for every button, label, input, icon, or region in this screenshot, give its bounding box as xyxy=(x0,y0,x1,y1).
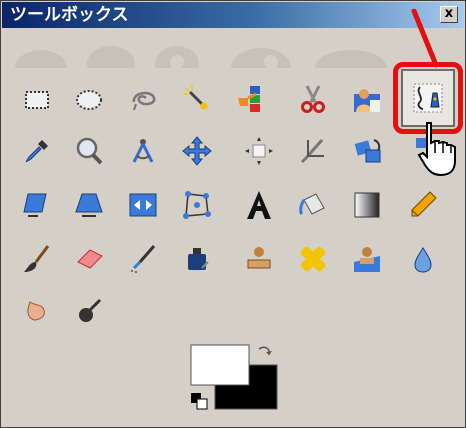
free-select-tool-icon xyxy=(132,91,156,111)
blur-sharpen-tool-icon xyxy=(414,247,432,273)
tool-button-bucket-fill[interactable] xyxy=(291,183,335,227)
rect-select-tool-icon xyxy=(25,91,49,109)
tool-button-eraser[interactable] xyxy=(67,237,111,281)
foreground-color-swatch[interactable] xyxy=(190,344,250,386)
tool-button-fuzzy-select[interactable] xyxy=(175,77,219,121)
foreground-select-tool-icon xyxy=(354,89,380,112)
ink-tool-icon xyxy=(188,248,209,270)
annotation-arrow xyxy=(411,9,439,68)
fuzzy-select-tool-icon xyxy=(184,86,208,110)
tool-button-color-picker[interactable] xyxy=(15,129,59,173)
bucket-fill-tool-icon xyxy=(299,193,325,216)
measure-tool-icon xyxy=(132,139,154,163)
rotate-tool-icon xyxy=(354,139,381,163)
tool-button-select-by-color[interactable] xyxy=(229,77,273,121)
pencil-tool-icon xyxy=(411,191,437,217)
color-picker-tool-icon xyxy=(25,140,48,163)
tool-button-heal[interactable] xyxy=(291,237,335,281)
move-tool-icon xyxy=(182,136,212,166)
cage-transform-tool-icon xyxy=(183,191,211,219)
tool-button-text[interactable] xyxy=(237,183,281,227)
tool-button-ellipse-select[interactable] xyxy=(67,77,111,121)
tool-button-measure[interactable] xyxy=(121,129,165,173)
tool-button-free-select[interactable] xyxy=(121,77,165,121)
heal-tool-icon xyxy=(300,246,326,272)
tool-button-dodge-burn[interactable] xyxy=(67,289,111,333)
tool-button-foreground-select[interactable] xyxy=(345,77,389,121)
align-tool-icon xyxy=(245,137,273,165)
perspective-clone-tool-icon xyxy=(354,247,380,272)
color-area xyxy=(190,344,278,410)
perspective-tool-icon xyxy=(75,193,103,217)
tool-button-perspective-clone[interactable] xyxy=(345,237,389,281)
hand-cursor-icon xyxy=(417,122,456,177)
shear-tool-icon xyxy=(23,193,47,217)
swap-colors-icon[interactable] xyxy=(258,346,271,356)
tool-button-airbrush[interactable] xyxy=(121,237,165,281)
paintbrush-tool-icon xyxy=(24,245,50,272)
tool-button-crop[interactable] xyxy=(291,129,335,173)
tool-button-blur-sharpen[interactable] xyxy=(401,237,445,281)
eraser-tool-icon xyxy=(77,249,103,269)
zoom-tool-icon xyxy=(76,137,103,165)
crop-tool-icon xyxy=(300,139,324,164)
tool-button-zoom[interactable] xyxy=(67,129,111,173)
dodge-burn-tool-icon xyxy=(79,298,102,322)
tool-button-scissors-select[interactable] xyxy=(291,77,335,121)
tool-button-move[interactable] xyxy=(175,129,219,173)
tool-button-smudge[interactable] xyxy=(15,289,59,333)
clone-tool-icon xyxy=(247,247,271,269)
tool-button-rotate[interactable] xyxy=(345,129,389,173)
airbrush-tool-icon xyxy=(131,245,156,273)
text-tool-icon xyxy=(247,191,271,219)
select-by-color-tool-icon xyxy=(238,86,260,112)
scissors-select-tool-icon xyxy=(301,85,325,113)
tool-button-clone[interactable] xyxy=(237,237,281,281)
ellipse-select-tool-icon xyxy=(76,90,102,110)
tool-button-perspective[interactable] xyxy=(67,183,111,227)
tool-button-pencil[interactable] xyxy=(401,183,445,227)
tool-button-paintbrush[interactable] xyxy=(15,237,59,281)
default-colors-icon[interactable] xyxy=(196,398,208,410)
tool-button-align[interactable] xyxy=(237,129,281,173)
flip-tool-icon xyxy=(129,193,157,217)
tool-button-cage-transform[interactable] xyxy=(175,183,219,227)
tool-button-ink[interactable] xyxy=(175,237,219,281)
tool-button-rect-select[interactable] xyxy=(15,77,59,121)
tool-button-shear[interactable] xyxy=(15,183,59,227)
blend-tool-icon xyxy=(354,192,380,218)
smudge-tool-icon xyxy=(27,301,45,321)
tool-button-flip[interactable] xyxy=(121,183,165,227)
tool-button-blend[interactable] xyxy=(345,183,389,227)
toolbox-window: ツールボックス x xyxy=(0,0,466,428)
